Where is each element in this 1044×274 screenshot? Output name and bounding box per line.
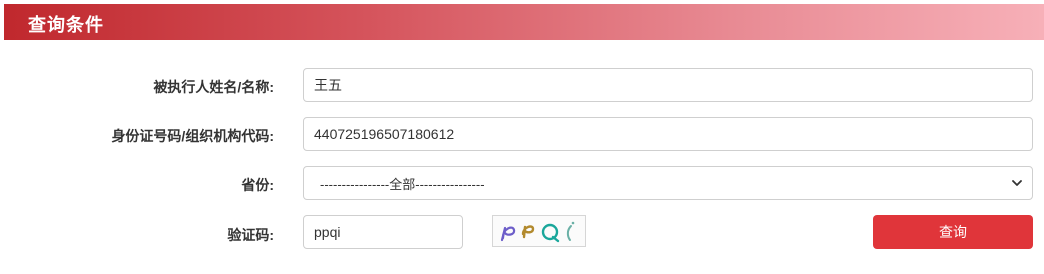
province-select[interactable]: ----------------全部---------------- xyxy=(303,166,1033,200)
captcha-label: 验证码: xyxy=(227,227,274,243)
province-label: 省份: xyxy=(241,177,274,193)
captcha-input-value: ppqi xyxy=(314,224,341,240)
name-label: 被执行人姓名/名称: xyxy=(153,79,274,95)
header-title: 查询条件 xyxy=(28,15,104,35)
captcha-glyphs xyxy=(500,221,575,243)
id-number-input[interactable]: 440725196507180612 xyxy=(303,117,1033,151)
search-button[interactable]: 查询 xyxy=(873,215,1033,249)
query-conditions-header: 查询条件 xyxy=(4,4,1044,40)
captcha-image[interactable] xyxy=(492,215,586,247)
name-input-value: 王五 xyxy=(314,77,342,93)
chevron-down-icon xyxy=(1012,180,1022,186)
name-input[interactable]: 王五 xyxy=(303,68,1033,102)
id-number-label: 身份证号码/组织机构代码: xyxy=(111,128,274,144)
province-selected-value: ----------------全部---------------- xyxy=(320,176,485,192)
captcha-input[interactable]: ppqi xyxy=(303,215,463,249)
id-number-input-value: 440725196507180612 xyxy=(314,126,455,142)
